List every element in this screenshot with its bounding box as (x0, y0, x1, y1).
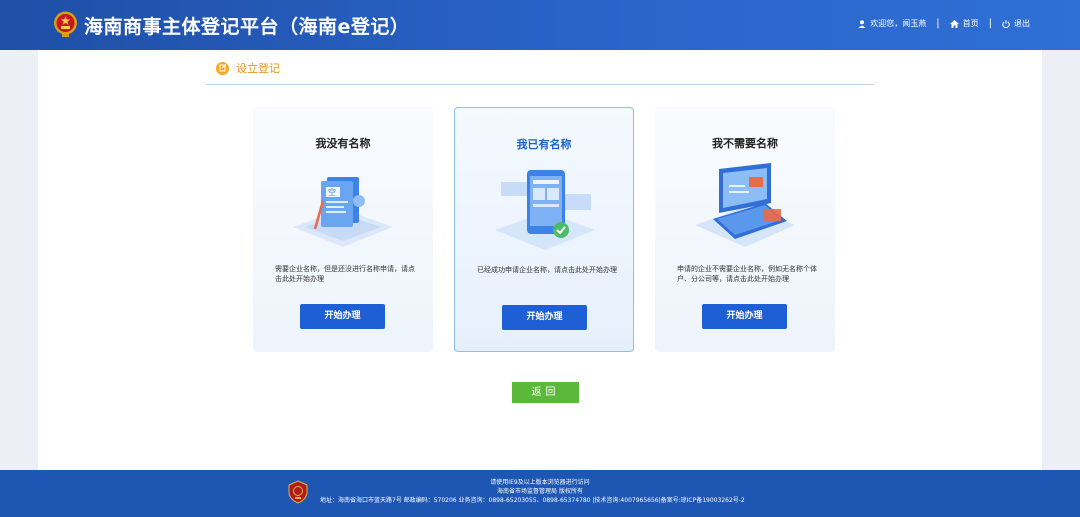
start-button[interactable]: 开始办理 (502, 305, 587, 330)
section-header: 设立登记 (216, 60, 280, 76)
user-welcome[interactable]: 欢迎您，闻玉燕 (858, 18, 926, 29)
card-no-name-needed[interactable]: 我不需要名称 申请的企业不需要企业名称，例如无名称个体户、分公司等，请点击此处开… (655, 107, 835, 352)
nav-separator: | (988, 18, 992, 29)
home-link[interactable]: 首页 (949, 18, 979, 29)
top-nav: 欢迎您，闻玉燕 | 首页 | 退出 (858, 18, 1030, 29)
browser-notice: 请使用IE9及以上版本浏览器进行访问 (490, 479, 590, 486)
site-title: 海南商事主体登记平台（海南e登记） (84, 16, 410, 38)
top-header: 海南商事主体登记平台（海南e登记） 欢迎您，闻玉燕 | 首页 | 退出 (0, 0, 1080, 50)
laptop-illustration-icon (695, 163, 795, 247)
main-panel: 设立登记 我没有名称 空 需要企业名称，但是还没进行名称申请，请点击此处开始办理… (38, 50, 1042, 470)
home-label: 首页 (962, 19, 979, 28)
card-has-name[interactable]: 我已有名称 已经成功申请企业名称，请点击此处开始办理 开始办理 (454, 107, 634, 352)
start-button[interactable]: 开始办理 (300, 304, 385, 329)
card-title: 我已有名称 (516, 138, 572, 151)
welcome-text: 欢迎您，闻玉燕 (870, 19, 927, 28)
logout-link[interactable]: 退出 (1002, 18, 1030, 29)
svg-text:空: 空 (328, 187, 336, 197)
card-description: 已经成功申请企业名称，请点击此处开始办理 (477, 266, 617, 274)
section-divider (206, 84, 874, 85)
nav-separator: | (936, 18, 940, 29)
back-button[interactable]: 返回 (512, 382, 579, 403)
document-illustration-icon: 空 (293, 177, 393, 247)
phone-illustration-icon (495, 170, 595, 250)
power-icon (1002, 19, 1010, 28)
user-icon (858, 19, 866, 28)
home-icon (949, 19, 959, 28)
card-description: 申请的企业不需要企业名称，例如无名称个体户、分公司等，请点击此处开始办理 (677, 265, 817, 283)
footer-info: 请使用IE9及以上版本浏览器进行访问 海南省市场监督管理局 版权所有 地址：海南… (320, 478, 760, 505)
address-contact: 地址：海南省海口市蓝天路7号 邮政编码：570206 业务咨询：0898-652… (320, 497, 745, 504)
logout-label: 退出 (1014, 19, 1030, 28)
national-emblem-icon (54, 11, 77, 37)
card-description: 需要企业名称，但是还没进行名称申请，请点击此处开始办理 (275, 265, 415, 283)
section-title: 设立登记 (236, 62, 280, 75)
copyright: 海南省市场监督管理局 版权所有 (497, 488, 583, 495)
card-title: 我不需要名称 (712, 137, 778, 150)
card-title: 我没有名称 (315, 137, 371, 150)
edit-icon (216, 61, 229, 75)
market-regulation-logo-icon (288, 480, 308, 504)
start-button[interactable]: 开始办理 (702, 304, 787, 329)
footer: 请使用IE9及以上版本浏览器进行访问 海南省市场监督管理局 版权所有 地址：海南… (0, 470, 1080, 517)
card-no-name[interactable]: 我没有名称 空 需要企业名称，但是还没进行名称申请，请点击此处开始办理 开始办理 (253, 107, 433, 352)
